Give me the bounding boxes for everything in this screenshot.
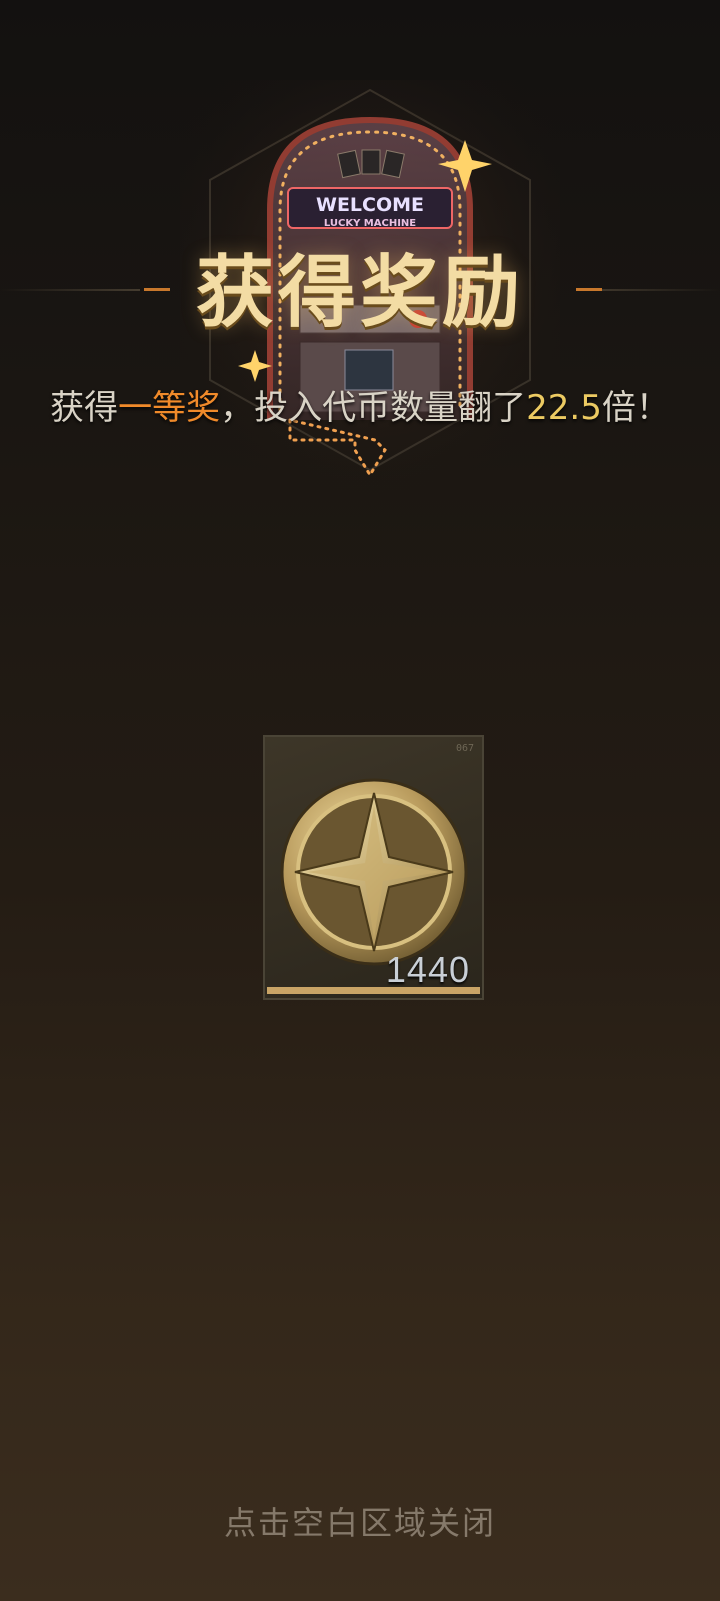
reward-header: WELCOME LUCKY MACHINE 获得奖励 获得一等奖，投入代币数量翻…	[0, 80, 720, 520]
page-title: 获得奖励	[195, 248, 524, 338]
reward-count: 1440	[385, 949, 470, 990]
rarity-bar	[267, 987, 480, 994]
close-hint-text[interactable]: 点击空白区域关闭	[0, 1498, 720, 1544]
reward-message: 获得一等奖，投入代币数量翻了22.5倍！	[0, 380, 720, 429]
gold-cross-coin-icon	[280, 778, 468, 966]
item-corner-tag: 067	[455, 743, 474, 754]
message-prefix: 获得	[50, 388, 119, 428]
message-middle: ，投入代币数量翻了	[220, 388, 527, 428]
reward-item-card[interactable]: 067 1440	[263, 735, 484, 1000]
sign-welcome-text: WELCOME	[316, 194, 424, 216]
prize-tier: 一等奖	[118, 388, 221, 428]
message-suffix: 倍！	[601, 388, 670, 428]
sign-lucky-text: LUCKY MACHINE	[324, 218, 416, 229]
multiplier-value: 22.5	[526, 388, 602, 428]
